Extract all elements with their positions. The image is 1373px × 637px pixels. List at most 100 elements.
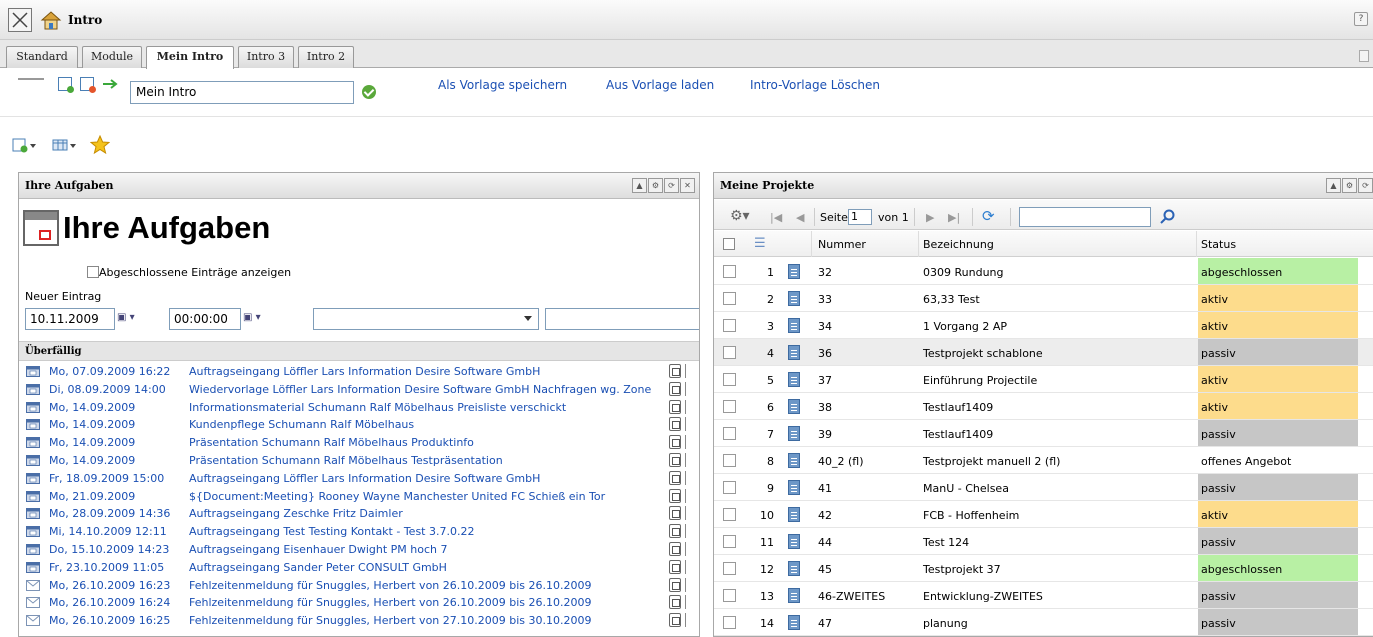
task-open-icon[interactable]	[669, 435, 681, 450]
task-text[interactable]: Wiedervorlage Löffler Lars Information D…	[189, 383, 659, 396]
task-date[interactable]: Mo, 28.09.2009 14:36	[49, 507, 170, 520]
show-completed-checkbox[interactable]	[87, 266, 99, 278]
close-panel-icon[interactable]: ✕	[680, 178, 695, 193]
task-date[interactable]: Mo, 26.10.2009 16:24	[49, 596, 170, 609]
table-row[interactable]: 6 38 Testlauf1409 aktiv	[714, 393, 1373, 420]
entry-type-select[interactable]	[313, 308, 539, 330]
grid-search-input[interactable]	[1019, 207, 1151, 227]
task-row[interactable]: Mo, 26.10.2009 16:25 Fehlzeitenmeldung fü…	[19, 612, 699, 630]
task-text[interactable]: Informationsmaterial Schumann Ralf Möbel…	[189, 401, 659, 414]
task-row[interactable]: Do, 15.10.2009 14:23 Auftragseingang Eise…	[19, 541, 699, 559]
task-action-handle[interactable]	[685, 470, 691, 485]
project-doc-icon[interactable]	[788, 588, 800, 603]
task-row[interactable]: Mo, 14.09.2009 Präsentation Schumann Ralf…	[19, 434, 699, 452]
row-checkbox[interactable]	[723, 319, 736, 332]
task-open-icon[interactable]	[669, 381, 681, 396]
task-open-icon[interactable]	[669, 364, 681, 378]
task-text[interactable]: Präsentation Schumann Ralf Möbelhaus Tes…	[189, 454, 659, 467]
project-doc-icon[interactable]	[788, 426, 800, 441]
task-date[interactable]: Do, 15.10.2009 14:23	[49, 543, 169, 556]
task-action-handle[interactable]	[685, 364, 691, 378]
task-action-handle[interactable]	[685, 524, 691, 539]
project-doc-icon[interactable]	[788, 453, 800, 468]
collapse-button[interactable]: ▲	[1326, 178, 1341, 193]
task-action-handle[interactable]	[685, 595, 691, 610]
task-date[interactable]: Mo, 14.09.2009	[49, 436, 135, 449]
grid-gear-icon[interactable]: ⚙▾	[730, 208, 750, 224]
favorite-star-icon[interactable]	[90, 135, 110, 155]
row-checkbox[interactable]	[723, 373, 736, 386]
task-text[interactable]: ${Document:Meeting} Rooney Wayne Manches…	[189, 490, 659, 503]
settings-gear-icon[interactable]: ⚙	[648, 178, 663, 193]
tab-module[interactable]: Module	[82, 46, 142, 68]
row-checkbox[interactable]	[723, 346, 736, 359]
save-template-link[interactable]: Als Vorlage speichern	[438, 78, 567, 92]
project-doc-icon[interactable]	[788, 345, 800, 360]
task-text[interactable]: Auftragseingang Eisenhauer Dwight PM hoc…	[189, 543, 659, 556]
table-row[interactable]: 4 36 Testprojekt schablone passiv	[714, 339, 1373, 366]
task-action-handle[interactable]	[685, 381, 691, 396]
task-open-icon[interactable]	[669, 559, 681, 574]
task-row[interactable]: Fr, 18.09.2009 15:00 Auftragseingang Löff…	[19, 470, 699, 488]
table-row[interactable]: 3 34 1 Vorgang 2 AP aktiv	[714, 312, 1373, 339]
table-row[interactable]: 13 46-ZWEITES Entwicklung-ZWEITES passiv	[714, 582, 1373, 609]
project-doc-icon[interactable]	[788, 291, 800, 306]
task-text[interactable]: Auftragseingang Löffler Lars Information…	[189, 365, 659, 378]
row-checkbox[interactable]	[723, 265, 736, 278]
task-date[interactable]: Fr, 23.10.2009 11:05	[49, 561, 164, 574]
project-doc-icon[interactable]	[788, 507, 800, 522]
task-row[interactable]: Fr, 23.10.2009 11:05 Auftragseingang Sand…	[19, 559, 699, 577]
next-page-icon[interactable]: ▶	[926, 211, 934, 224]
task-open-icon[interactable]	[669, 453, 681, 467]
delete-template-link[interactable]: Intro-Vorlage Löschen	[750, 78, 880, 92]
table-row[interactable]: 7 39 Testlauf1409 passiv	[714, 420, 1373, 447]
task-text[interactable]: Auftragseingang Sander Peter CONSULT Gmb…	[189, 561, 659, 574]
confirm-icon[interactable]	[362, 85, 376, 99]
task-date[interactable]: Mo, 21.09.2009	[49, 490, 135, 503]
task-date[interactable]: Mo, 14.09.2009	[49, 418, 135, 431]
prev-page-icon[interactable]: ◀	[796, 211, 804, 224]
task-open-icon[interactable]	[669, 524, 681, 539]
task-action-handle[interactable]	[685, 453, 691, 467]
table-row[interactable]: 8 40_2 (fl) Testprojekt manuell 2 (fl) offe…	[714, 447, 1373, 474]
layout-columns-icon[interactable]	[52, 137, 78, 153]
column-bezeichnung[interactable]: Bezeichnung	[923, 238, 994, 251]
task-action-handle[interactable]	[685, 542, 691, 556]
row-checkbox[interactable]	[723, 454, 736, 467]
task-action-handle[interactable]	[685, 613, 691, 628]
refresh-icon[interactable]: ⟳	[1358, 178, 1373, 193]
task-open-icon[interactable]	[669, 488, 681, 503]
task-action-handle[interactable]	[685, 417, 691, 432]
task-row[interactable]: Mo, 26.10.2009 16:23 Fehlzeitenmeldung fü…	[19, 577, 699, 595]
table-row[interactable]: 1 32 0309 Rundung abgeschlossen	[714, 258, 1373, 285]
task-open-icon[interactable]	[669, 417, 681, 432]
task-open-icon[interactable]	[669, 506, 681, 521]
settings-gear-icon[interactable]: ⚙	[1342, 178, 1357, 193]
column-status[interactable]: Status	[1201, 238, 1236, 251]
row-checkbox[interactable]	[723, 481, 736, 494]
task-date[interactable]: Mo, 26.10.2009 16:25	[49, 614, 170, 627]
tab-intro-2[interactable]: Intro 2	[298, 46, 354, 68]
collapse-handle[interactable]	[18, 78, 44, 82]
task-text[interactable]: Fehlzeitenmeldung für Snuggles, Herbert …	[189, 579, 659, 592]
table-row[interactable]: 2 33 63,33 Test aktiv	[714, 285, 1373, 312]
task-text[interactable]: Auftragseingang Zeschke Fritz Daimler	[189, 507, 659, 520]
close-button[interactable]	[8, 8, 32, 32]
table-row[interactable]: 11 44 Test 124 passiv	[714, 528, 1373, 555]
task-open-icon[interactable]	[669, 577, 681, 592]
tab-intro-3[interactable]: Intro 3	[238, 46, 294, 68]
grid-refresh-icon[interactable]: ⟳	[982, 207, 995, 225]
row-checkbox[interactable]	[723, 562, 736, 575]
table-row[interactable]: 12 45 Testprojekt 37 abgeschlossen	[714, 555, 1373, 582]
tab-mein-intro[interactable]: Mein Intro	[146, 46, 234, 69]
task-action-handle[interactable]	[685, 506, 691, 521]
table-row[interactable]: 5 37 Einführung Projectile aktiv	[714, 366, 1373, 393]
table-row[interactable]: 14 47 planung passiv	[714, 609, 1373, 636]
task-row[interactable]: Mo, 14.09.2009 Kundenpflege Schumann Ralf…	[19, 416, 699, 434]
first-page-icon[interactable]: |◀	[770, 211, 782, 224]
new-entry-date-input[interactable]: 10.11.2009	[25, 308, 115, 330]
task-row[interactable]: Mo, 26.10.2009 16:24 Fehlzeitenmeldung fü…	[19, 594, 699, 612]
tab-scroll-button[interactable]	[1359, 50, 1369, 62]
row-checkbox[interactable]	[723, 427, 736, 440]
project-doc-icon[interactable]	[788, 318, 800, 333]
